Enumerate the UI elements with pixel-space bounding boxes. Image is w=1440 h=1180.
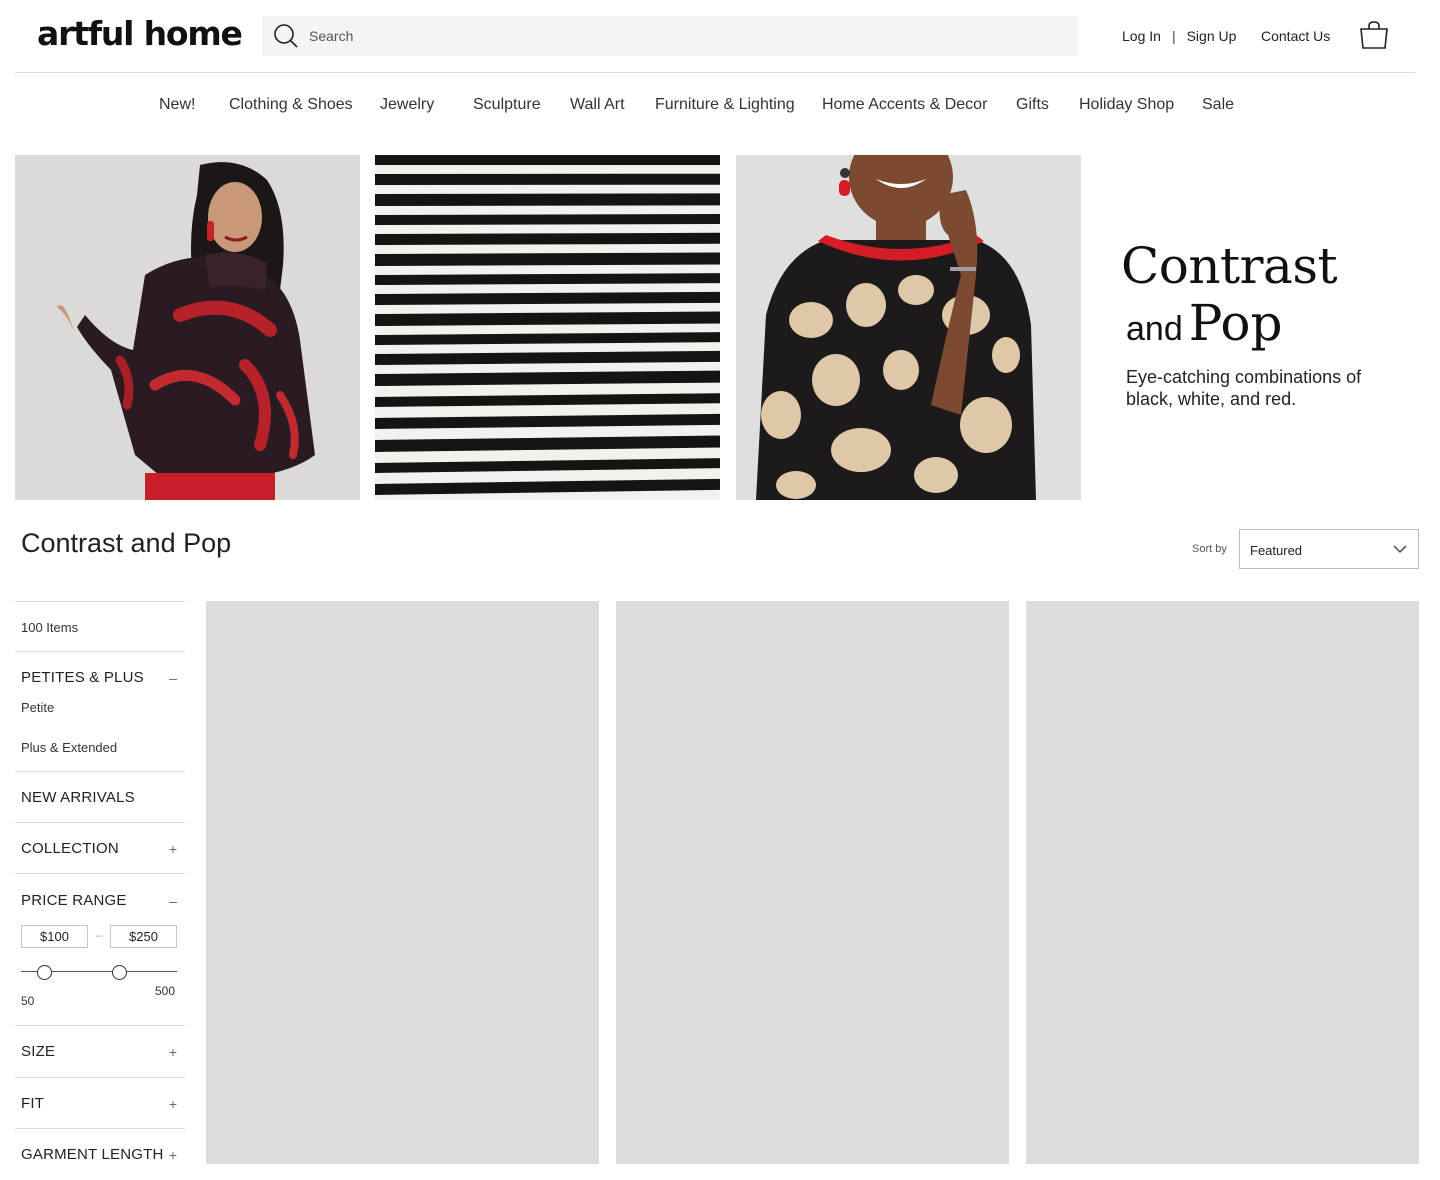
filter-fit-title[interactable]: FIT — [21, 1095, 44, 1112]
filter-collection-title[interactable]: COLLECTION — [21, 840, 119, 857]
hero-title-pop: Pop — [1188, 294, 1283, 352]
site-logo[interactable]: artful home — [37, 14, 243, 53]
price-slider-max-label: 500 — [155, 984, 176, 998]
hero-image-model-red-top — [15, 155, 360, 500]
divider — [15, 651, 185, 652]
account-links: Log In | Sign Up — [1122, 28, 1236, 44]
price-min-input[interactable]: $100 — [21, 925, 88, 948]
collapse-icon[interactable]: – — [167, 670, 179, 686]
price-range-dash: – — [96, 928, 103, 942]
expand-icon[interactable]: + — [167, 841, 179, 857]
nav-item-home-accents-decor[interactable]: Home Accents & Decor — [822, 96, 987, 114]
hero-image-striped-fabric — [375, 155, 720, 500]
nav-item-furniture-lighting[interactable]: Furniture & Lighting — [655, 96, 795, 114]
sort-select[interactable]: Featured — [1239, 529, 1419, 569]
product-card-placeholder[interactable] — [206, 601, 599, 1164]
link-separator: | — [1171, 28, 1176, 44]
search-icon[interactable] — [272, 22, 300, 50]
hero-title-and: and — [1126, 310, 1183, 348]
nav-item-jewelry[interactable]: Jewelry — [380, 96, 434, 114]
page-title: Contrast and Pop — [21, 528, 232, 558]
nav-item-new[interactable]: New! — [159, 96, 195, 114]
divider — [15, 1128, 185, 1129]
nav-item-clothing-shoes[interactable]: Clothing & Shoes — [229, 96, 353, 114]
filter-size-title[interactable]: SIZE — [21, 1043, 55, 1060]
nav-item-wall-art[interactable]: Wall Art — [570, 96, 625, 114]
filter-petites-plus-title[interactable]: PETITES & PLUS — [21, 669, 144, 686]
signup-link[interactable]: Sign Up — [1187, 28, 1237, 44]
nav-item-holiday-shop[interactable]: Holiday Shop — [1079, 96, 1174, 114]
price-slider-min-label: 50 — [21, 994, 35, 1008]
divider — [15, 1077, 185, 1078]
divider — [15, 1025, 185, 1026]
filter-garment-length-title[interactable]: GARMENT LENGTH — [21, 1146, 164, 1163]
hero-subtitle: Eye-catching combinations of black, whit… — [1126, 367, 1362, 409]
nav-item-sale[interactable]: Sale — [1202, 96, 1234, 114]
divider — [15, 873, 185, 874]
divider — [15, 601, 185, 602]
search-placeholder: Search — [309, 28, 354, 44]
site-header: artful home Search Log In | Sign Up Cont… — [15, 0, 1415, 73]
hero-image-model-spotted-sweater — [736, 155, 1081, 500]
divider — [15, 822, 185, 823]
main-nav: New! Clothing & Shoes Jewelry Sculpture … — [0, 96, 1440, 118]
product-card-placeholder[interactable] — [616, 601, 1009, 1164]
nav-item-gifts[interactable]: Gifts — [1016, 96, 1049, 114]
filter-price-range-title[interactable]: PRICE RANGE — [21, 892, 127, 909]
filter-option-plus-extended[interactable]: Plus & Extended — [21, 740, 117, 755]
price-max-input[interactable]: $250 — [110, 925, 177, 948]
nav-item-sculpture[interactable]: Sculpture — [473, 96, 541, 114]
expand-icon[interactable]: + — [167, 1147, 179, 1163]
product-card-placeholder[interactable] — [1026, 601, 1419, 1164]
hero-title-line1: Contrast — [1121, 237, 1338, 295]
contact-link[interactable]: Contact Us — [1261, 28, 1330, 44]
price-slider-min-handle[interactable] — [37, 965, 52, 980]
divider — [15, 771, 185, 772]
login-link[interactable]: Log In — [1122, 28, 1161, 44]
sort-selected-value: Featured — [1250, 543, 1303, 558]
expand-icon[interactable]: + — [167, 1096, 179, 1112]
collapse-icon[interactable]: – — [167, 893, 179, 909]
filter-option-petite[interactable]: Petite — [21, 700, 54, 715]
chevron-down-icon — [1393, 545, 1407, 553]
hero-title: Contrast and Pop — [1121, 237, 1338, 364]
item-count: 100 Items — [21, 620, 79, 635]
shopping-bag-icon[interactable] — [1358, 20, 1390, 50]
sort-label: Sort by — [1192, 543, 1227, 555]
price-slider-max-handle[interactable] — [112, 965, 127, 980]
filter-new-arrivals[interactable]: NEW ARRIVALS — [21, 789, 135, 806]
expand-icon[interactable]: + — [167, 1044, 179, 1060]
search-input[interactable]: Search — [262, 16, 1078, 56]
